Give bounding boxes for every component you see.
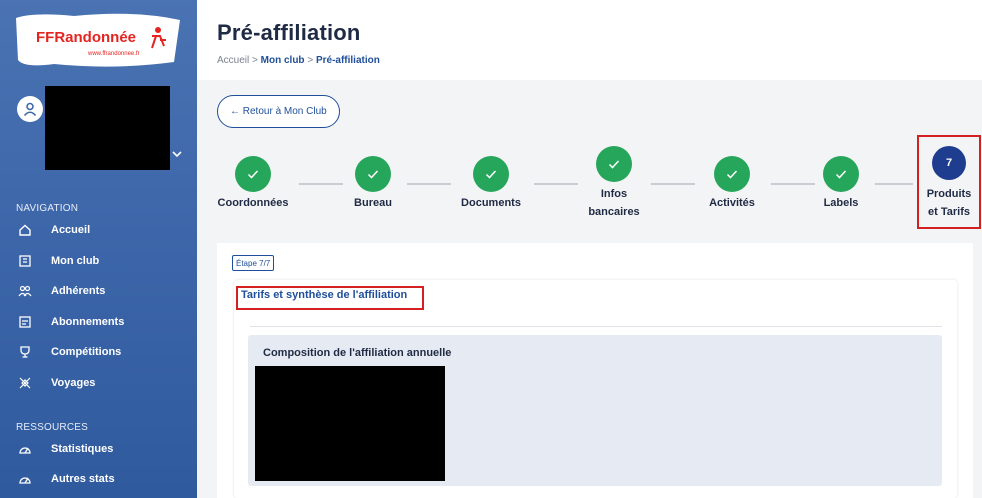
tarifs-section: Tarifs et synthèse de l'affiliation Comp… xyxy=(234,280,957,498)
sidebar-item-mon-club[interactable]: Mon club xyxy=(16,250,99,272)
sidebar-item-label: Autres stats xyxy=(51,473,115,485)
step-2-check-icon[interactable] xyxy=(355,156,391,192)
breadcrumb-home[interactable]: Accueil xyxy=(217,55,249,66)
step-4-label-line2: bancaires xyxy=(588,206,640,218)
logo-graphic: FFRandonnée www.ffrandonnee.fr xyxy=(16,13,180,67)
users-icon xyxy=(16,282,34,300)
composition-panel: Composition de l'affiliation annuelle xyxy=(248,335,942,486)
card-icon xyxy=(16,313,34,331)
step-content-card: Étape 7/7 Tarifs et synthèse de l'affili… xyxy=(217,243,973,498)
step-4-check-icon[interactable] xyxy=(596,146,632,182)
gauge-icon xyxy=(16,440,34,458)
step-badge: Étape 7/7 xyxy=(232,255,275,271)
breadcrumb: Accueil > Mon club > Pré-affiliation xyxy=(217,55,380,66)
step-6-label: Labels xyxy=(823,197,859,209)
trophy-icon xyxy=(16,343,34,361)
step-3-check-icon[interactable] xyxy=(473,156,509,192)
user-area[interactable] xyxy=(0,80,197,180)
step-connector xyxy=(651,183,695,185)
redacted-composition-content xyxy=(255,366,445,481)
step-connector xyxy=(875,183,913,185)
breadcrumb-separator: > xyxy=(307,55,314,66)
travel-icon xyxy=(16,374,34,392)
back-to-club-button[interactable]: ← Retour à Mon Club xyxy=(217,95,340,128)
ressources-section-label: RESSOURCES xyxy=(16,422,89,433)
ffrandonnee-logo[interactable]: FFRandonnée www.ffrandonnee.fr xyxy=(14,10,182,70)
step-4-label-line1: Infos xyxy=(600,188,628,200)
navigation-section-label: NAVIGATION xyxy=(16,203,79,214)
highlight-box-step-7 xyxy=(917,135,981,229)
sidebar-item-label: Abonnements xyxy=(51,316,125,328)
composition-title: Composition de l'affiliation annuelle xyxy=(263,347,452,359)
step-3-label: Documents xyxy=(461,197,521,209)
step-connector xyxy=(299,183,343,185)
svg-text:FFRandonnée: FFRandonnée xyxy=(36,29,136,46)
sidebar-item-label: Compétitions xyxy=(51,346,122,358)
highlight-box-section-title xyxy=(236,286,424,310)
step-1-label: Coordonnées xyxy=(217,197,289,209)
breadcrumb-current: Pré-affiliation xyxy=(315,55,380,66)
sidebar-item-competitions[interactable]: Compétitions xyxy=(16,341,121,363)
sidebar-item-label: Accueil xyxy=(51,224,91,236)
step-2-label: Bureau xyxy=(354,197,392,209)
step-5-label: Activités xyxy=(709,197,755,209)
step-connector xyxy=(771,183,815,185)
sidebar-item-autres-stats[interactable]: Autres stats xyxy=(16,468,115,490)
sidebar-item-statistiques[interactable]: Statistiques xyxy=(16,438,113,460)
page-header: Pré-affiliation Accueil > Mon club > Pré… xyxy=(197,0,982,80)
page-title: Pré-affiliation xyxy=(217,20,361,45)
sidebar: FFRandonnée www.ffrandonnee.fr NAVIGATIO… xyxy=(0,0,197,498)
gauge-icon xyxy=(16,470,34,488)
sidebar-item-label: Adhérents xyxy=(51,285,106,297)
redacted-user-name xyxy=(45,86,170,170)
sidebar-item-adherents[interactable]: Adhérents xyxy=(16,280,105,302)
sidebar-item-abonnements[interactable]: Abonnements xyxy=(16,311,124,333)
avatar-icon xyxy=(17,96,43,122)
building-icon xyxy=(16,252,34,270)
divider xyxy=(250,326,942,327)
step-1-check-icon[interactable] xyxy=(235,156,271,192)
breadcrumb-separator: > xyxy=(252,55,258,66)
breadcrumb-club[interactable]: Mon club xyxy=(261,55,305,66)
sidebar-item-label: Statistiques xyxy=(51,443,114,455)
step-5-check-icon[interactable] xyxy=(714,156,750,192)
chevron-down-icon[interactable] xyxy=(172,146,182,158)
sidebar-item-accueil[interactable]: Accueil xyxy=(16,219,90,241)
svg-text:www.ffrandonnee.fr: www.ffrandonnee.fr xyxy=(87,51,140,57)
home-icon xyxy=(16,221,34,239)
step-connector xyxy=(534,183,578,185)
step-6-check-icon[interactable] xyxy=(823,156,859,192)
sidebar-item-label: Mon club xyxy=(51,255,100,267)
sidebar-item-label: Voyages xyxy=(51,377,96,389)
step-connector xyxy=(407,183,451,185)
sidebar-item-voyages[interactable]: Voyages xyxy=(16,372,95,394)
